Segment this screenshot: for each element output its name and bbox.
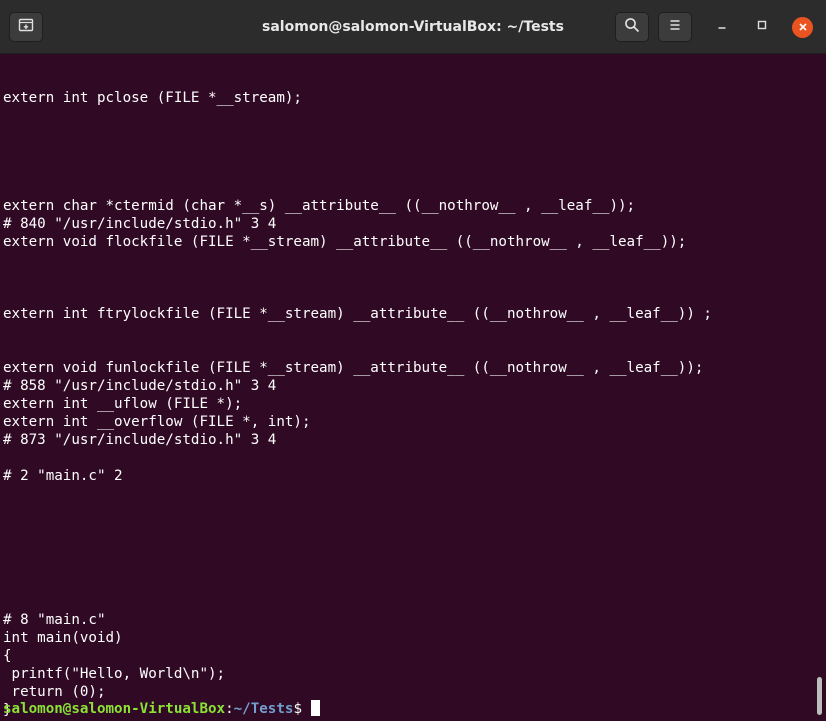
terminal-line: # 858 "/usr/include/stdio.h" 3 4	[3, 378, 277, 394]
search-icon	[624, 17, 640, 38]
terminal-line: extern int pclose (FILE *__stream);	[3, 90, 302, 106]
close-icon	[798, 19, 808, 37]
scrollbar-thumb[interactable]	[817, 677, 822, 715]
new-tab-button[interactable]	[9, 12, 43, 42]
terminal-line: {	[3, 648, 12, 664]
close-button[interactable]	[792, 17, 813, 38]
terminal-line: extern int ftrylockfile (FILE *__stream)…	[3, 306, 712, 322]
prompt-colon: :	[225, 701, 234, 717]
minimize-button[interactable]	[711, 16, 733, 38]
terminal-line: return (0);	[3, 684, 106, 700]
terminal-window: salomon@salomon-VirtualBox: ~/Tests exte…	[0, 0, 826, 721]
window-title: salomon@salomon-VirtualBox: ~/Tests	[262, 19, 564, 35]
prompt-dollar: $	[293, 701, 311, 717]
terminal-line: extern void funlockfile (FILE *__stream)…	[3, 360, 704, 376]
terminal-line: extern int __overflow (FILE *, int);	[3, 414, 311, 430]
title-bar[interactable]: salomon@salomon-VirtualBox: ~/Tests	[0, 0, 826, 54]
terminal-line: int main(void)	[3, 630, 123, 646]
terminal-line: # 873 "/usr/include/stdio.h" 3 4	[3, 432, 277, 448]
terminal-area[interactable]: extern int pclose (FILE *__stream);exter…	[0, 54, 826, 721]
shell-prompt: salomon@salomon-VirtualBox:~/Tests$	[3, 700, 320, 718]
terminal-line: extern char *ctermid (char *__s) __attri…	[3, 198, 636, 214]
new-tab-icon	[18, 17, 34, 38]
search-button[interactable]	[615, 12, 649, 42]
terminal-line: printf("Hello, World\n");	[3, 666, 226, 682]
terminal-line: extern void flockfile (FILE *__stream) _…	[3, 234, 687, 250]
terminal-line: # 840 "/usr/include/stdio.h" 3 4	[3, 216, 277, 232]
terminal-output: extern int pclose (FILE *__stream);exter…	[3, 71, 712, 719]
menu-button[interactable]	[658, 12, 692, 42]
terminal-line: extern int __uflow (FILE *);	[3, 396, 243, 412]
maximize-icon	[756, 18, 768, 36]
terminal-line: # 2 "main.c" 2	[3, 468, 123, 484]
terminal-line: # 8 "main.c"	[3, 612, 106, 628]
prompt-path: ~/Tests	[233, 701, 294, 717]
text-cursor	[310, 700, 320, 716]
hamburger-menu-icon	[668, 18, 682, 37]
minimize-icon	[716, 18, 728, 36]
maximize-button[interactable]	[751, 16, 773, 38]
prompt-user-host: salomon@salomon-VirtualBox	[3, 701, 226, 717]
